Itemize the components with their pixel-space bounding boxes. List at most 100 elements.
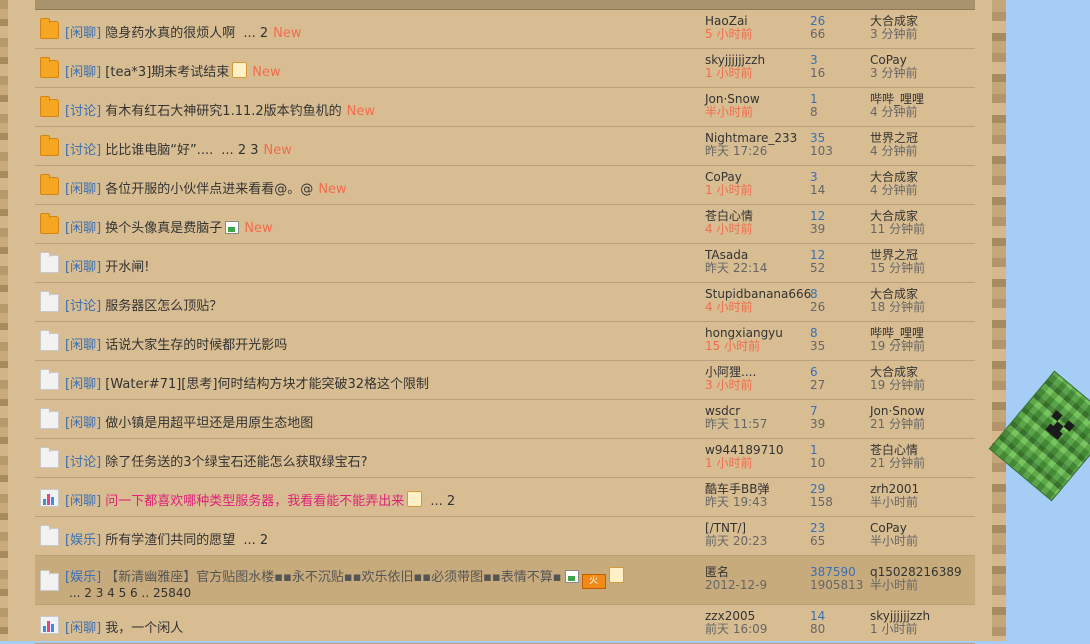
- last-post-time-link[interactable]: 3 分钟前: [870, 28, 918, 41]
- post-time: 1 小时前: [705, 183, 753, 197]
- poll-icon[interactable]: [40, 489, 59, 507]
- thread-type-tag[interactable]: [讨论]: [65, 143, 101, 158]
- folder-new-icon[interactable]: [40, 135, 59, 156]
- thread-type-tag[interactable]: [闲聊]: [65, 416, 101, 431]
- last-post-time-link[interactable]: 18 分钟前: [870, 301, 925, 314]
- folder-icon[interactable]: [40, 252, 59, 273]
- thread-type-tag[interactable]: [闲聊]: [65, 338, 101, 353]
- thread-stats: 1 10: [810, 444, 825, 470]
- thread-title-link[interactable]: 【新清幽雅座】官方贴图水楼▪▪永不沉贴▪▪欢乐依旧▪▪必须带图▪▪表情不算▪: [105, 570, 561, 585]
- thread-title-link[interactable]: 隐身药水真的很烦人啊: [105, 26, 235, 41]
- thread-stats: 12 52: [810, 249, 825, 275]
- thread-type-tag[interactable]: [闲聊]: [65, 26, 101, 41]
- post-time: 15 小时前: [705, 339, 761, 353]
- folder-new-icon[interactable]: [40, 57, 59, 78]
- thread-list-header-bar: [35, 0, 975, 10]
- last-post: CoPay 半小时前: [870, 522, 918, 548]
- thread-row: [讨论] 除了任务送的3个绿宝石还能怎么获取绿宝石? w944189710 1 小时…: [35, 439, 975, 478]
- thread-type-tag[interactable]: [闲聊]: [65, 621, 101, 636]
- thread-row: [闲聊] [Water#71][思考]何时结构方块才能突破32格这个限制 小阿狸.…: [35, 361, 975, 400]
- thread-title-link[interactable]: [tea*3]期末考试结束: [105, 65, 229, 80]
- thread-type-tag[interactable]: [闲聊]: [65, 182, 101, 197]
- last-post-time-link[interactable]: 19 分钟前: [870, 340, 925, 353]
- thread-author: Stupidbanana666 4 小时前: [705, 288, 811, 314]
- image-attachment-icon: [564, 570, 579, 583]
- thread-subject: [讨论] 服务器区怎么顶贴？: [65, 295, 222, 314]
- thread-type-tag[interactable]: [讨论]: [65, 455, 101, 470]
- folder-icon[interactable]: [40, 447, 59, 468]
- folder-icon[interactable]: [40, 369, 59, 390]
- thread-row: [闲聊] [tea*3]期末考试结束 New skyjjjjjjzzh 1 小时前 3 1…: [35, 49, 975, 88]
- last-post-time-link[interactable]: 19 分钟前: [870, 379, 925, 392]
- last-post-time-link[interactable]: 21 分钟前: [870, 457, 925, 470]
- thread-type-tag[interactable]: [闲聊]: [65, 377, 101, 392]
- last-post-time-link[interactable]: 21 分钟前: [870, 418, 925, 431]
- folder-new-icon[interactable]: [40, 18, 59, 39]
- last-post-time-link[interactable]: 3 分钟前: [870, 67, 917, 80]
- page-links[interactable]: ... 2: [430, 494, 455, 509]
- thread-title-link[interactable]: 服务器区怎么顶贴？: [105, 299, 222, 314]
- page-links[interactable]: ... 2: [243, 26, 268, 41]
- thread-type-tag[interactable]: [闲聊]: [65, 65, 101, 80]
- thread-title-link[interactable]: 问一下都喜欢哪种类型服务器，我看看能不能弄出来: [105, 494, 404, 509]
- thread-stats: 6 27: [810, 366, 825, 392]
- last-post-time-link[interactable]: 1 小时前: [870, 623, 930, 636]
- new-badge: New: [318, 182, 347, 197]
- thread-type-tag[interactable]: [讨论]: [65, 104, 101, 119]
- thread-title-link[interactable]: 除了任务送的3个绿宝石还能怎么获取绿宝石?: [105, 455, 367, 470]
- thread-title-link[interactable]: 换个头像真是费脑子: [105, 221, 222, 236]
- thread-title-link[interactable]: 我，一个闲人: [105, 621, 183, 636]
- poll-icon[interactable]: [40, 616, 59, 634]
- thread-subject: [闲聊] 话说大家生存的时候都开光影吗: [65, 334, 287, 353]
- thread-row: [闲聊] 我，一个闲人 zzx2005 前天 16:09 14 80 skyjjjjjjz…: [35, 605, 975, 644]
- last-post-time-link[interactable]: 15 分钟前: [870, 262, 925, 275]
- new-badge: New: [252, 65, 281, 80]
- last-post: 大合成家 11 分钟前: [870, 210, 925, 236]
- folder-icon[interactable]: [40, 408, 59, 429]
- last-post-time-link[interactable]: 半小时前: [870, 579, 962, 592]
- thread-type-tag[interactable]: [娱乐]: [65, 570, 101, 585]
- folder-new-icon[interactable]: [40, 213, 59, 234]
- view-count: 10: [810, 456, 826, 470]
- thread-type-tag[interactable]: [闲聊]: [65, 260, 101, 275]
- last-post-time-link[interactable]: 半小时前: [870, 496, 919, 509]
- parchment-left-edge: [0, 0, 8, 641]
- last-post: 大合成家 4 分钟前: [870, 171, 918, 197]
- last-post-time-link[interactable]: 11 分钟前: [870, 223, 925, 236]
- thread-title-link[interactable]: [Water#71][思考]何时结构方块才能突破32格这个限制: [105, 377, 429, 392]
- last-post: 哔哔_哩哩 19 分钟前: [870, 327, 925, 353]
- thread-title-link[interactable]: 所有学渣们共同的愿望: [105, 533, 235, 548]
- last-post-time-link[interactable]: 4 分钟前: [870, 106, 924, 119]
- thread-title-link[interactable]: 有木有红石大神研究1.11.2版本钓鱼机的: [105, 104, 341, 119]
- thread-type-tag[interactable]: [闲聊]: [65, 221, 101, 236]
- page-links[interactable]: ... 2: [243, 533, 268, 548]
- thread-title-link[interactable]: 话说大家生存的时候都开光影吗: [105, 338, 287, 353]
- thread-author: CoPay 1 小时前: [705, 171, 752, 197]
- thread-type-tag[interactable]: [娱乐]: [65, 533, 101, 548]
- folder-icon[interactable]: [40, 525, 59, 546]
- thread-type-tag[interactable]: [讨论]: [65, 299, 101, 314]
- thread-title-link[interactable]: 开水闸!: [105, 260, 149, 275]
- thread-author: zzx2005 前天 16:09: [705, 610, 767, 636]
- page-links[interactable]: ... 2 3 4 5 6 .. 25840: [69, 586, 191, 600]
- thread-title-link[interactable]: 各位开服的小伙伴点进来看看@。@: [105, 182, 313, 197]
- last-post-time-link[interactable]: 4 分钟前: [870, 184, 918, 197]
- view-count: 14: [810, 183, 826, 197]
- folder-icon[interactable]: [40, 291, 59, 312]
- folder-icon[interactable]: [40, 570, 59, 591]
- new-badge: New: [273, 26, 302, 41]
- thread-title-link[interactable]: 比比谁电脑“好”....: [105, 143, 213, 158]
- folder-new-icon[interactable]: [40, 96, 59, 117]
- thread-type-tag[interactable]: [闲聊]: [65, 494, 101, 509]
- thread-title-link[interactable]: 做小镇是用超平坦还是用原生态地图: [105, 416, 313, 431]
- folder-new-icon[interactable]: [40, 174, 59, 195]
- thread-author: w944189710 1 小时前: [705, 444, 784, 470]
- last-post-time-link[interactable]: 半小时前: [870, 535, 918, 548]
- post-time: 昨天 17:26: [705, 144, 768, 158]
- folder-icon[interactable]: [40, 330, 59, 351]
- post-time: 2012-12-9: [705, 578, 768, 592]
- thread-author: 酷车手BB弹 昨天 19:43: [705, 483, 769, 509]
- last-post-time-link[interactable]: 4 分钟前: [870, 145, 918, 158]
- page-links[interactable]: ... 2 3: [221, 143, 258, 158]
- thread-subject: [闲聊] 各位开服的小伙伴点进来看看@。@ New: [65, 178, 347, 197]
